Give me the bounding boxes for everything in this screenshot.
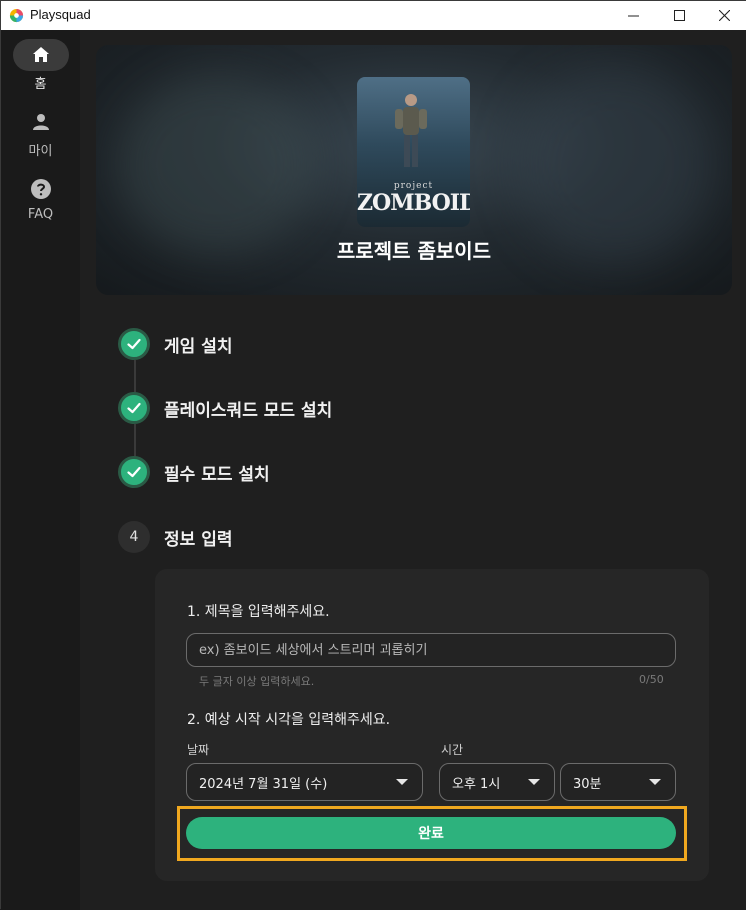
minute-select[interactable]: 30분 <box>560 763 676 801</box>
step-number-badge: 4 <box>118 521 150 553</box>
sidebar-item-faq[interactable]: FAQ <box>1 173 80 222</box>
survivor-figure-icon <box>395 94 427 167</box>
submit-button[interactable]: 완료 <box>186 817 676 849</box>
sidebar-item-my[interactable]: 마이 <box>1 106 80 159</box>
title-bar: Playsquad <box>1 1 746 30</box>
check-icon <box>127 466 141 478</box>
start-time-question: 2. 예상 시작 시각을 입력해주세요. <box>187 712 391 728</box>
banner-backdrop <box>116 75 316 255</box>
title-input[interactable] <box>186 633 676 667</box>
step-label: 게임 설치 <box>164 336 233 357</box>
sidebar-item-label: FAQ <box>27 207 54 222</box>
nav-icon-container <box>13 106 69 138</box>
maximize-button[interactable] <box>656 1 702 30</box>
step-label: 정보 입력 <box>164 529 233 550</box>
nav-icon-container <box>13 173 69 205</box>
sidebar: 홈 마이 FAQ <box>1 30 80 910</box>
game-title: 프로젝트 좀보이드 <box>336 239 492 263</box>
title-question: 1. 제목을 입력해주세요. <box>187 604 330 620</box>
step-game-install: 게임 설치 <box>118 328 232 360</box>
sidebar-item-home[interactable]: 홈 <box>1 39 80 92</box>
step-done-badge <box>118 392 150 424</box>
step-required-mod-install: 필수 모드 설치 <box>118 456 270 488</box>
date-label: 날짜 <box>187 743 210 757</box>
cover-brand-logo: ZOMBOID <box>357 190 470 216</box>
step-label: 플레이스쿼드 모드 설치 <box>164 400 333 421</box>
step-done-badge <box>118 456 150 488</box>
game-cover-image: project ZOMBOID <box>357 77 470 227</box>
title-hint: 두 글자 이상 입력하세요. <box>199 675 315 688</box>
main-content: project ZOMBOID 프로젝트 좀보이드 게임 설치 플레이스쿼드 모… <box>80 30 746 910</box>
hour-select[interactable]: 오후 1시 <box>439 763 555 801</box>
sidebar-item-label: 마이 <box>28 144 53 159</box>
step-label: 필수 모드 설치 <box>164 464 270 485</box>
chevron-down-icon <box>396 779 408 785</box>
app-title: Playsquad <box>30 7 91 22</box>
step-info-input: 4 정보 입력 <box>118 521 232 553</box>
nav-icon-container <box>12 39 69 71</box>
minimize-button[interactable] <box>610 1 656 30</box>
home-icon <box>32 47 49 62</box>
check-icon <box>127 338 141 350</box>
time-label: 시간 <box>441 743 464 757</box>
date-select-value: 2024년 7월 31일 (수) <box>199 776 328 792</box>
person-icon <box>32 114 49 130</box>
info-form-card: 1. 제목을 입력해주세요. 두 글자 이상 입력하세요. 0/50 2. 예상… <box>155 569 709 881</box>
step-connector <box>134 424 136 459</box>
character-counter: 0/50 <box>639 673 664 686</box>
sidebar-item-label: 홈 <box>34 77 47 92</box>
step-playsquad-mod-install: 플레이스쿼드 모드 설치 <box>118 392 332 424</box>
chevron-down-icon <box>528 779 540 785</box>
hour-select-value: 오후 1시 <box>452 776 501 792</box>
game-banner: project ZOMBOID 프로젝트 좀보이드 <box>96 45 732 295</box>
chevron-down-icon <box>649 779 661 785</box>
step-connector <box>134 360 136 395</box>
date-select[interactable]: 2024년 7월 31일 (수) <box>186 763 423 801</box>
check-icon <box>127 402 141 414</box>
minute-select-value: 30분 <box>573 776 602 792</box>
help-icon <box>30 179 51 199</box>
app-logo-icon <box>9 8 24 23</box>
close-button[interactable] <box>701 1 746 30</box>
step-done-badge <box>118 328 150 360</box>
app-window: Playsquad 홈 마이 FAQ project ZOMBOID 프로젝트 … <box>0 0 746 910</box>
